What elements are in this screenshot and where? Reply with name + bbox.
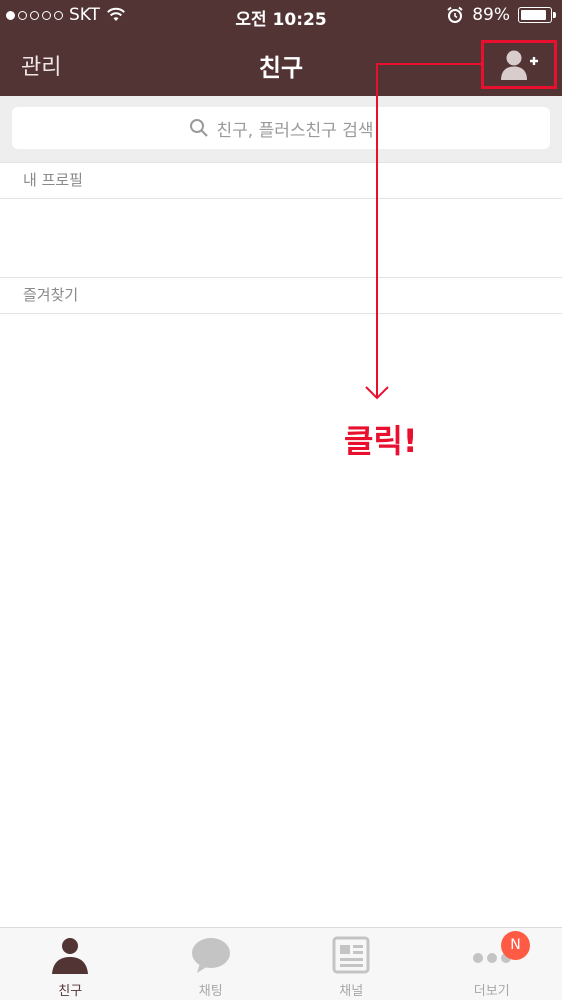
tab-more[interactable]: 더보기 (422, 928, 562, 1000)
navigation-bar: 관리 친구 (0, 32, 562, 96)
tab-bar: 친구 채팅 채널 더보기 (0, 927, 562, 1000)
battery-icon (518, 7, 556, 23)
page-title: 친구 (258, 54, 304, 82)
status-bar: SKT 오전 10:25 89% (0, 0, 562, 32)
tab-channel[interactable]: 채널 (281, 928, 422, 1000)
status-right: 89% (446, 5, 556, 25)
my-profile-row[interactable] (0, 199, 562, 277)
tab-channel-label: 채널 (339, 984, 364, 999)
person-icon (52, 938, 89, 974)
add-friend-button[interactable] (481, 40, 557, 89)
search-placeholder: 친구, 플러스친구 검색 (216, 120, 374, 141)
tab-chats[interactable]: 채팅 (141, 928, 282, 1000)
click-annotation-label: 클릭! (344, 422, 418, 460)
search-input[interactable]: 친구, 플러스친구 검색 (12, 107, 550, 149)
battery-level (521, 10, 546, 20)
tab-friends[interactable]: 친구 (0, 928, 141, 1000)
chat-bubble-icon (191, 938, 230, 973)
search-icon (189, 119, 208, 137)
tab-chats-label: 채팅 (198, 984, 223, 999)
channel-icon (332, 936, 370, 974)
tab-friends-label: 친구 (58, 984, 83, 999)
battery-percent: 89% (472, 5, 510, 25)
favorites-header: 즐겨찾기 (0, 277, 562, 314)
my-profile-header: 내 프로필 (0, 162, 562, 199)
alarm-icon (447, 6, 463, 23)
search-area: 친구, 플러스친구 검색 (0, 96, 562, 162)
notification-badge: N (501, 931, 530, 960)
add-friend-icon (501, 50, 538, 80)
tab-more-label: 더보기 (473, 984, 510, 999)
